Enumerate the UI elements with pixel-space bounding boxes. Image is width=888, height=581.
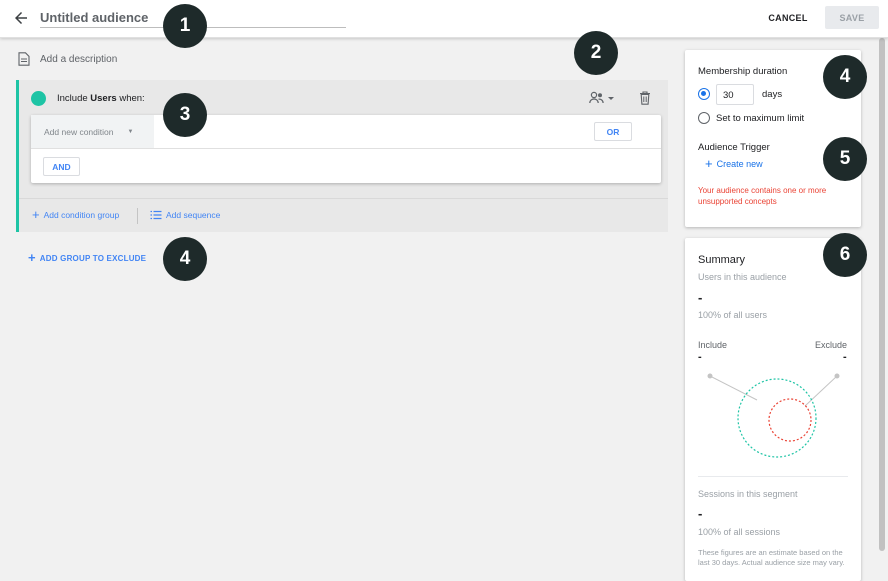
audience-title-input[interactable]: Untitled audience	[40, 10, 148, 25]
add-condition-group-label: Add condition group	[43, 210, 120, 220]
caret-down-icon: ▼	[127, 128, 134, 135]
plus-icon: +	[28, 250, 36, 265]
condition-select[interactable]: Add new condition ▼	[31, 115, 154, 148]
create-new-trigger-button[interactable]: + Create new	[705, 156, 763, 171]
summary-card: Summary Users in this audience - 100% of…	[685, 238, 861, 581]
or-button[interactable]: OR	[594, 122, 632, 141]
group-footer: + Add condition group Add sequence	[19, 198, 668, 232]
include-label: Include Users when:	[57, 93, 145, 104]
description-row[interactable]: Add a description	[18, 52, 117, 66]
side-panel: Membership duration 30 days Set to maxim…	[678, 38, 878, 581]
sessions-percent: 100% of all sessions	[698, 527, 781, 537]
users-label: Users in this audience	[698, 272, 787, 282]
audience-trigger-title: Audience Trigger	[698, 142, 770, 153]
people-scope-icon[interactable]	[589, 91, 615, 105]
exclude-summary-value: -	[843, 351, 847, 363]
users-value: -	[698, 290, 703, 305]
add-sequence-button[interactable]: Add sequence	[150, 210, 220, 220]
condition-divider	[31, 148, 661, 149]
users-percent: 100% of all users	[698, 310, 768, 320]
plus-icon: +	[32, 207, 40, 222]
include-scope: Users	[90, 93, 117, 104]
summary-footnote: These figures are an estimate based on t…	[698, 548, 845, 567]
callout-badge: 2	[574, 31, 618, 75]
add-sequence-label: Add sequence	[166, 210, 221, 220]
back-arrow-icon[interactable]	[12, 9, 30, 27]
cancel-button[interactable]: CANCEL	[760, 7, 816, 29]
include-summary-value: -	[698, 351, 702, 363]
callout-badge: 1	[163, 4, 207, 48]
callout-badge: 5	[823, 137, 867, 181]
include-summary-label: Include	[698, 340, 728, 350]
footer-separator	[137, 208, 138, 224]
top-bar: Untitled audience CANCEL SAVE	[0, 0, 888, 38]
audience-builder: Add a description Include Users when: Ad…	[0, 38, 678, 581]
sequence-icon	[150, 210, 162, 220]
days-input[interactable]: 30	[716, 84, 754, 105]
days-label: days	[762, 89, 783, 100]
add-group-to-exclude-label: ADD GROUP TO EXCLUDE	[39, 253, 147, 263]
delete-icon[interactable]	[639, 91, 651, 105]
include-prefix: Include	[57, 93, 88, 104]
save-button[interactable]: SAVE	[825, 6, 879, 29]
sessions-value: -	[698, 506, 703, 521]
add-condition-group-button[interactable]: + Add condition group	[32, 207, 120, 222]
venn-diagram	[707, 373, 840, 458]
group-header: Include Users when:	[19, 80, 668, 116]
plus-icon: +	[705, 156, 713, 171]
scrollbar-thumb[interactable]	[879, 38, 885, 551]
sessions-label: Sessions in this segment	[698, 489, 798, 499]
create-new-label: Create new	[716, 159, 763, 169]
description-placeholder: Add a description	[40, 53, 118, 65]
condition-card: Add new condition ▼ OR AND	[31, 115, 661, 183]
group-color-dot	[31, 91, 46, 106]
maximum-limit-radio[interactable]	[698, 112, 710, 124]
summary-title: Summary	[698, 254, 746, 266]
callout-badge: 4	[163, 237, 207, 281]
include-suffix: when:	[119, 93, 145, 104]
summary-divider	[698, 476, 848, 477]
condition-placeholder: Add new condition	[44, 126, 114, 137]
maximum-limit-label: Set to maximum limit	[716, 113, 805, 124]
document-icon	[18, 52, 30, 66]
unsupported-warning: Your audience contains one or more unsup…	[698, 186, 827, 206]
callout-badge: 6	[823, 233, 867, 277]
and-button[interactable]: AND	[43, 157, 80, 176]
callout-badge: 3	[163, 93, 207, 137]
callout-badge: 4	[823, 55, 867, 99]
days-radio[interactable]	[698, 88, 710, 100]
membership-duration-title: Membership duration	[698, 66, 788, 77]
exclude-summary-label: Exclude	[815, 340, 848, 350]
add-group-to-exclude-button[interactable]: + ADD GROUP TO EXCLUDE	[28, 250, 147, 265]
include-condition-group: Include Users when: Add new condition ▼	[16, 80, 668, 232]
